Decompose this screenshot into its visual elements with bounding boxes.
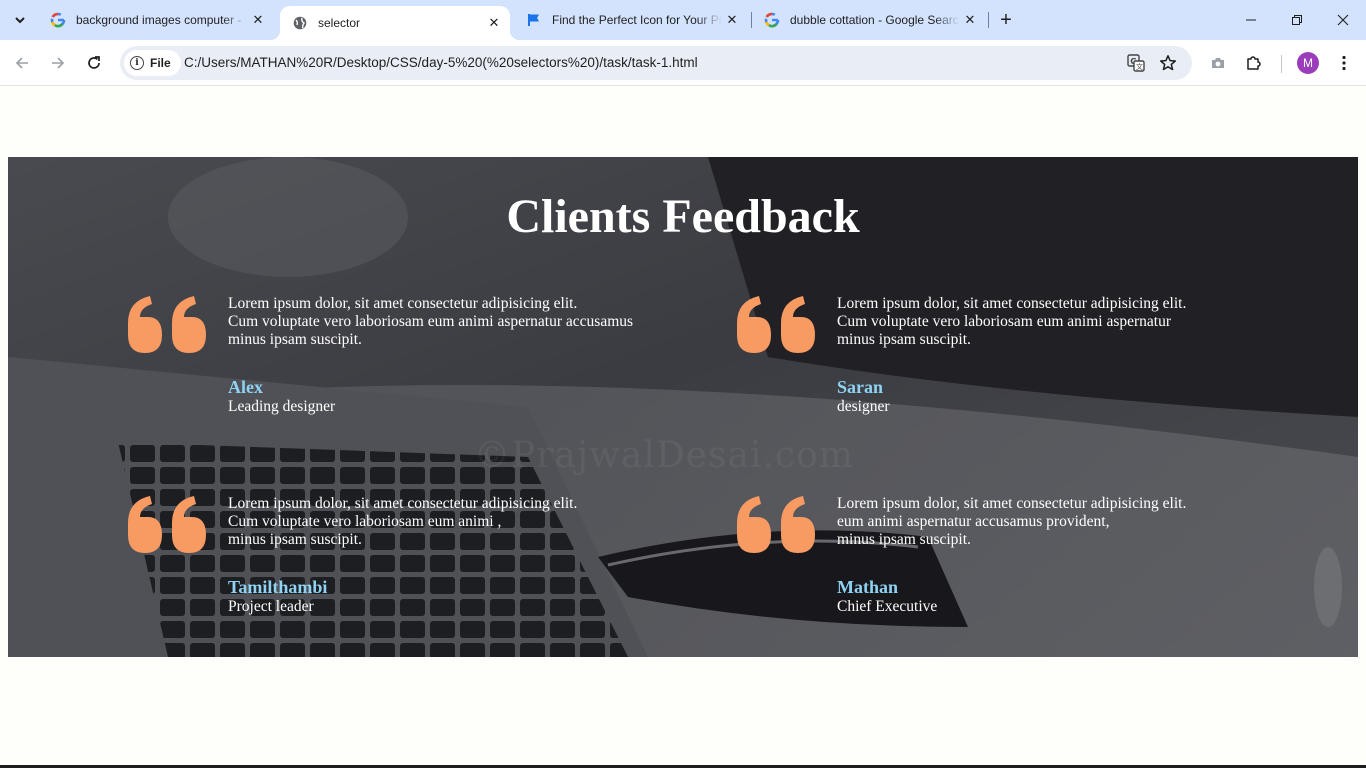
tab-title: dubble cottation - Google Search xyxy=(790,13,960,27)
testimonial-line: minus ipsam suscipit. xyxy=(228,331,362,348)
google-g-icon xyxy=(50,12,66,28)
testimonial-line: Cum voluptate vero laboriosam eum animi … xyxy=(228,313,634,330)
client-name: Tamilthambi xyxy=(228,577,328,597)
client-name: Saran xyxy=(837,377,884,397)
kebab-menu-icon xyxy=(1342,55,1346,71)
tab-find-icon[interactable]: Find the Perfect Icon for Your Pr ✕ xyxy=(514,6,748,34)
close-icon[interactable]: ✕ xyxy=(484,13,504,33)
client-role: designer xyxy=(837,398,890,415)
close-icon[interactable]: ✕ xyxy=(722,10,742,30)
testimonial-line: Lorem ipsum dolor, sit amet consectetur … xyxy=(837,295,1187,312)
close-icon xyxy=(1337,14,1349,26)
profile-avatar[interactable]: M xyxy=(1297,52,1319,74)
testimonial-line: minus ipsam suscipit. xyxy=(228,531,362,548)
bookmark-star-icon[interactable] xyxy=(1156,51,1180,75)
tab-dubble-cottation[interactable]: dubble cottation - Google Search ✕ xyxy=(752,6,986,34)
url-text[interactable]: C:/Users/MATHAN%20R/Desktop/CSS/day-5%20… xyxy=(184,46,698,80)
restore-button[interactable] xyxy=(1274,0,1320,40)
quote-left-icon xyxy=(128,496,206,553)
close-icon[interactable]: ✕ xyxy=(960,10,980,30)
client-name: Mathan xyxy=(837,577,899,597)
screenshot-button[interactable] xyxy=(1202,47,1234,79)
address-bar[interactable]: i File C:/Users/MATHAN%20R/Desktop/CSS/d… xyxy=(120,46,1192,80)
tab-selector[interactable]: selector ✕ xyxy=(270,6,520,40)
testimonial-text: Lorem ipsum dolor, sit amet consectetur … xyxy=(228,295,688,349)
arrow-right-icon xyxy=(52,57,65,69)
testimonial-text: Lorem ipsum dolor, sit amet consectetur … xyxy=(228,495,688,549)
client-role: Leading designer xyxy=(228,398,336,415)
testimonial-line: minus ipsam suscipit. xyxy=(837,331,971,348)
tab-title: selector xyxy=(318,16,361,30)
menu-button[interactable] xyxy=(1328,47,1360,79)
testimonial-card: Lorem ipsum dolor, sit amet consectetur … xyxy=(735,295,1295,435)
quote-left-icon xyxy=(737,496,815,553)
testimonial-line: Lorem ipsum dolor, sit amet consectetur … xyxy=(228,495,578,512)
extensions-button[interactable] xyxy=(1238,47,1270,79)
client-name: Alex xyxy=(228,377,263,397)
quote-left-icon xyxy=(737,296,815,353)
testimonial-card: Lorem ipsum dolor, sit amet consectetur … xyxy=(126,495,686,635)
info-icon: i xyxy=(130,56,144,70)
new-tab-button[interactable]: + xyxy=(992,6,1020,34)
testimonial-text: Lorem ipsum dolor, sit amet consectetur … xyxy=(837,295,1297,349)
file-chip-label: File xyxy=(150,56,171,70)
testimonial-card: Lorem ipsum dolor, sit amet consectetur … xyxy=(126,295,686,435)
tab-separator xyxy=(988,12,989,28)
testimonial-line: eum animi aspernatur accusamus provident… xyxy=(837,513,1110,530)
client-role: Project leader xyxy=(228,598,314,615)
reload-icon xyxy=(88,56,100,69)
minimize-icon xyxy=(1246,19,1256,21)
testimonial-line: Lorem ipsum dolor, sit amet consectetur … xyxy=(228,295,578,312)
svg-text:文: 文 xyxy=(1136,62,1143,71)
flag-icon xyxy=(526,12,542,28)
arrow-left-icon xyxy=(15,57,28,69)
tab-title: Find the Perfect Icon for Your Pr xyxy=(552,13,722,27)
reload-button[interactable] xyxy=(78,47,110,79)
testimonial-line: Cum voluptate vero laboriosam eum animi … xyxy=(837,313,1172,330)
forward-button[interactable] xyxy=(42,47,74,79)
back-button[interactable] xyxy=(6,47,38,79)
globe-icon xyxy=(292,15,308,31)
restore-icon xyxy=(1292,15,1302,25)
puzzle-icon xyxy=(1247,56,1261,70)
testimonial-line: Lorem ipsum dolor, sit amet consectetur … xyxy=(837,495,1187,512)
client-role: Chief Executive xyxy=(837,598,938,615)
tab-search-button[interactable] xyxy=(6,6,34,34)
clients-feedback-section: ©PrajwalDesai.com Clients Feedback Lorem… xyxy=(8,157,1358,657)
site-info-chip[interactable]: i File xyxy=(124,50,181,76)
quote-left-icon xyxy=(128,296,206,353)
testimonial-text: Lorem ipsum dolor, sit amet consectetur … xyxy=(837,495,1297,549)
image-watermark: ©PrajwalDesai.com xyxy=(474,435,854,476)
minimize-button[interactable] xyxy=(1228,0,1274,40)
testimonial-line: Cum voluptate vero laboriosam eum animi … xyxy=(228,513,502,530)
close-icon[interactable]: ✕ xyxy=(248,10,268,30)
tab-strip: background images computer - ✕ selector … xyxy=(0,0,1366,40)
tab-background-images[interactable]: background images computer - ✕ xyxy=(38,6,274,34)
translate-icon[interactable]: G文 xyxy=(1124,51,1148,75)
browser-toolbar: i File C:/Users/MATHAN%20R/Desktop/CSS/d… xyxy=(0,40,1366,86)
testimonial-line: minus ipsam suscipit. xyxy=(837,531,971,548)
google-g-icon xyxy=(764,12,780,28)
toolbar-divider xyxy=(1281,55,1282,73)
close-window-button[interactable] xyxy=(1320,0,1366,40)
tab-title: background images computer - xyxy=(76,13,242,27)
camera-icon xyxy=(1212,58,1224,68)
page-title: Clients Feedback xyxy=(506,190,860,243)
testimonial-card: Lorem ipsum dolor, sit amet consectetur … xyxy=(735,495,1295,635)
chevron-down-icon xyxy=(15,17,25,24)
